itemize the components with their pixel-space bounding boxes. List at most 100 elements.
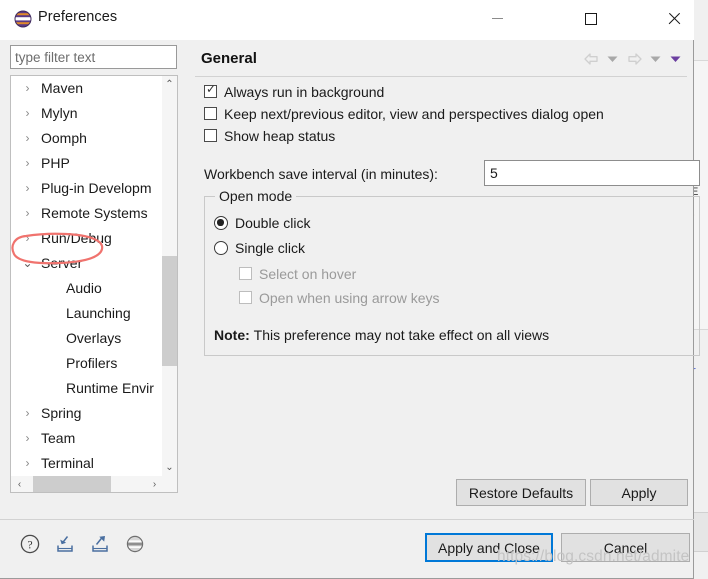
cancel-button[interactable]: Cancel: [561, 533, 690, 562]
tree-item-remote-systems[interactable]: › Remote Systems: [11, 201, 163, 226]
export-icon[interactable]: [88, 532, 112, 556]
apply-and-close-button[interactable]: Apply and Close: [425, 533, 553, 562]
tree-item-profilers[interactable]: Profilers: [11, 351, 163, 376]
apply-button[interactable]: Apply: [590, 479, 688, 506]
checkbox-box-icon[interactable]: [204, 129, 217, 142]
tree-item-server[interactable]: ⌄ Server: [11, 251, 163, 276]
scroll-up-icon[interactable]: ⌃: [162, 76, 177, 93]
tree-item-label: Runtime Envir: [66, 380, 154, 396]
tree-item-team[interactable]: › Team: [11, 426, 163, 451]
import-icon[interactable]: [53, 532, 77, 556]
scroll-right-icon[interactable]: ›: [146, 476, 163, 492]
chevron-right-icon[interactable]: ›: [21, 201, 34, 226]
back-arrow-icon[interactable]: [581, 50, 601, 68]
chevron-right-icon[interactable]: ›: [21, 76, 34, 101]
tree-horizontal-scrollbar-thumb[interactable]: [33, 476, 111, 492]
forward-arrow-icon[interactable]: [624, 50, 644, 68]
chevron-right-icon[interactable]: ›: [21, 101, 34, 126]
tree-item-label: Launching: [66, 305, 131, 321]
tree-vertical-scrollbar-thumb[interactable]: [162, 256, 177, 366]
tree-item-label: Profilers: [66, 355, 118, 371]
open-mode-group-title: Open mode: [215, 188, 297, 204]
tree-item-label: Maven: [41, 80, 84, 96]
tree-item-label: Remote Systems: [41, 205, 148, 221]
forward-dropdown-icon[interactable]: [647, 50, 664, 68]
chevron-right-icon[interactable]: ›: [21, 451, 34, 476]
checkbox-box-icon: [239, 291, 252, 304]
tree-vertical-scrollbar[interactable]: ⌃ ⌄: [162, 76, 177, 476]
tree-item-audio[interactable]: Audio: [11, 276, 163, 301]
tree-item-label: Run/Debug: [41, 230, 112, 246]
maximize-icon: [585, 12, 597, 25]
chevron-down-icon[interactable]: ⌄: [21, 251, 34, 276]
radio-button-icon[interactable]: [214, 216, 228, 230]
general-settings-body: ✓ Always run in background Keep next/pre…: [198, 82, 700, 382]
tree-item-mylyn[interactable]: › Mylyn: [11, 101, 163, 126]
tree-item-overlays[interactable]: Overlays: [11, 326, 163, 351]
tree-item-label: Spring: [41, 405, 82, 421]
page-title: General: [201, 50, 257, 67]
tree-item-label: Overlays: [66, 330, 122, 346]
title-divider: [195, 76, 687, 77]
check-mark-icon: ✓: [206, 82, 217, 96]
window-title: Preferences: [38, 9, 118, 25]
open-mode-group: Open mode Double click Single click Sele…: [204, 188, 700, 356]
preferences-tree[interactable]: › Maven › Mylyn › Oomph › PHP › Plug-in …: [10, 75, 178, 493]
minimize-icon: [491, 18, 503, 19]
title-bar: Preferences: [0, 0, 694, 40]
tree-item-maven[interactable]: › Maven: [11, 76, 163, 101]
tree-item-terminal[interactable]: › Terminal: [11, 451, 163, 476]
tree-item-oomph[interactable]: › Oomph: [11, 126, 163, 151]
maximize-button[interactable]: [568, 0, 614, 37]
chevron-right-icon[interactable]: ›: [21, 401, 34, 426]
close-icon: [667, 12, 681, 26]
chevron-right-icon[interactable]: ›: [21, 126, 34, 151]
chevron-right-icon[interactable]: ›: [21, 151, 34, 176]
tree-item-label: Audio: [66, 280, 102, 296]
minimize-button[interactable]: [474, 0, 520, 37]
chevron-right-icon[interactable]: ›: [21, 226, 34, 251]
workbench-save-interval-input[interactable]: [484, 160, 700, 186]
page-navigation-toolbar: [581, 50, 684, 68]
checkbox-box-icon: [239, 267, 252, 280]
tree-item-label: Mylyn: [41, 105, 78, 121]
scroll-left-icon[interactable]: ‹: [11, 476, 28, 492]
checkbox-label: Select on hover: [259, 266, 357, 282]
checkbox-label: Show heap status: [224, 128, 336, 144]
tree-item-launching[interactable]: Launching: [11, 301, 163, 326]
checkbox-label: Keep next/previous editor, view and pers…: [224, 106, 604, 122]
tree-item-php[interactable]: › PHP: [11, 151, 163, 176]
tree-item-spring[interactable]: › Spring: [11, 401, 163, 426]
checkbox-box-icon[interactable]: ✓: [204, 82, 217, 98]
chevron-right-icon[interactable]: ›: [21, 426, 34, 451]
content-panel: General ✓ Always run in background Keep …: [192, 42, 700, 490]
filter-input[interactable]: [10, 45, 177, 69]
svg-text:?: ?: [27, 539, 32, 551]
tree-item-run-debug[interactable]: › Run/Debug: [11, 226, 163, 251]
scroll-down-icon[interactable]: ⌄: [162, 459, 177, 476]
help-icon[interactable]: ?: [18, 532, 42, 556]
note-text: This preference may not take effect on a…: [253, 327, 550, 343]
tree-horizontal-scrollbar[interactable]: ‹ ›: [11, 476, 177, 492]
open-mode-note: Note: This preference may not take effec…: [214, 325, 549, 345]
tree-item-label: Terminal: [41, 455, 94, 471]
tree-item-label: Team: [41, 430, 76, 446]
view-menu-dropdown-icon[interactable]: [667, 50, 684, 68]
preferences-dialog-screenshot: E ) r Prefere: [0, 0, 708, 579]
tree-item-runtime-environments[interactable]: Runtime Envir: [11, 376, 163, 401]
radio-selected-dot-icon: [217, 219, 224, 226]
tree-item-label: Oomph: [41, 130, 87, 146]
radio-button-icon[interactable]: [214, 241, 228, 255]
tree-item-plug-in-development[interactable]: › Plug-in Developm: [11, 176, 163, 201]
dialog-window: Preferences › Maven › Mylyn: [0, 0, 700, 579]
checkbox-box-icon[interactable]: [204, 107, 217, 120]
back-dropdown-icon[interactable]: [604, 50, 621, 68]
eclipse-sphere-icon[interactable]: [123, 532, 147, 556]
close-button[interactable]: [651, 0, 697, 37]
radio-label: Double click: [235, 215, 311, 231]
footer-icon-bar: ?: [18, 532, 147, 556]
tree-list: › Maven › Mylyn › Oomph › PHP › Plug-in …: [11, 76, 163, 492]
tree-item-label: Plug-in Developm: [41, 180, 152, 196]
restore-defaults-button[interactable]: Restore Defaults: [456, 479, 586, 506]
chevron-right-icon[interactable]: ›: [21, 176, 34, 201]
